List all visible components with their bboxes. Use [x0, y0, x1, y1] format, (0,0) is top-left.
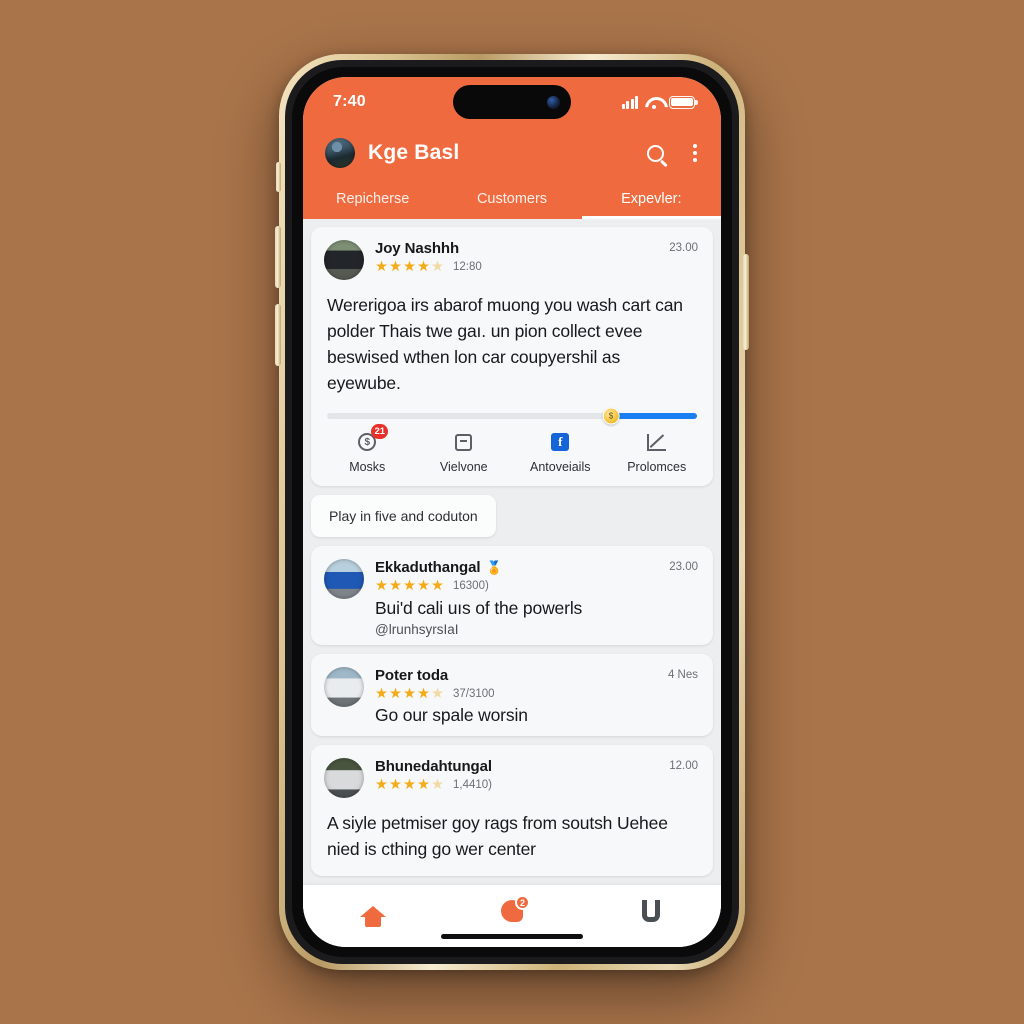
dynamic-island	[453, 85, 571, 119]
review-card[interactable]: Bhunedahtungal ★★★★★ 1,4410) 12.00 A siy…	[311, 745, 713, 876]
review-handle[interactable]: @lrunhsyrsIaI	[375, 621, 658, 641]
action-label: Prolomces	[627, 460, 687, 474]
review-timestamp: 12.00	[669, 760, 698, 772]
review-header: Poter toda ★★★★★ 37/3100 Go our spale wo…	[311, 654, 713, 737]
tab-repicherse[interactable]: Repicherse	[303, 179, 442, 219]
action-mosks[interactable]: $ 21 Mosks	[319, 424, 416, 474]
tab-bar: Repicherse Customers Expevler:	[303, 179, 721, 219]
volume-down-button[interactable]	[275, 304, 281, 366]
facebook-icon: f	[549, 431, 571, 453]
bottom-navigation-bar: 2	[303, 885, 721, 947]
battery-icon	[669, 95, 698, 109]
action-prolomces[interactable]: Prolomces	[609, 431, 706, 474]
chat-badge: 2	[514, 895, 530, 910]
mute-switch-button[interactable]	[276, 162, 281, 192]
slider-thumb-icon[interactable]: $	[602, 407, 620, 425]
progress-slider-wrap: $	[311, 407, 713, 425]
review-author: Ekkaduthangal	[375, 559, 481, 576]
rating-count: 37/3100	[453, 687, 495, 700]
review-header: Joy Nashhh ★★★★★ 12:80 23.00	[311, 227, 713, 284]
review-header: Bhunedahtungal ★★★★★ 1,4410) 12.00	[311, 745, 713, 802]
star-rating: ★★★★★	[375, 578, 445, 594]
phone-screen: 7:40 Kge Basl Repicherse Customers Expev…	[303, 77, 721, 947]
search-icon	[647, 144, 664, 162]
review-feed[interactable]: Joy Nashhh ★★★★★ 12:80 23.00 Wererigoa i…	[303, 219, 721, 947]
action-label: Antoveiails	[530, 460, 591, 474]
cellular-signal-icon	[621, 95, 638, 109]
action-label: Mosks	[349, 460, 386, 474]
card-icon	[453, 431, 475, 453]
silver-suv-avatar[interactable]	[324, 758, 364, 798]
rating-count: 1,4410)	[453, 779, 493, 792]
tab-label: Repicherse	[335, 191, 410, 207]
front-camera-icon	[547, 95, 560, 109]
status-bar-icons	[621, 95, 698, 109]
review-header: Ekkaduthangal 🏅 ★★★★★ 16300) Bui'd cali …	[311, 546, 713, 645]
overflow-menu-button[interactable]	[693, 143, 697, 163]
home-icon	[359, 905, 386, 927]
review-card[interactable]: Poter toda ★★★★★ 37/3100 Go our spale wo…	[311, 653, 713, 737]
bookmark-icon	[642, 900, 661, 922]
profile-avatar[interactable]	[325, 138, 355, 168]
home-indicator[interactable]	[441, 934, 583, 939]
white-van-avatar[interactable]	[324, 666, 364, 707]
status-bar-time: 7:40	[333, 93, 366, 110]
page-title: Kge Basl	[368, 141, 460, 164]
review-body: Go our spale worsin	[375, 705, 528, 725]
verified-badge-icon: 🏅	[486, 560, 503, 575]
review-body: Bui'd cali uıs of the powerls	[375, 597, 583, 618]
review-timestamp: 4 Nes	[667, 668, 698, 681]
nav-home[interactable]	[303, 885, 442, 937]
coin-icon: $ 21	[356, 424, 389, 453]
more-vertical-icon	[693, 143, 697, 163]
nav-bookmark[interactable]	[582, 885, 721, 937]
action-antoveiails[interactable]: f Antoveiails	[512, 431, 609, 474]
phone-frame: 7:40 Kge Basl Repicherse Customers Expev…	[275, 54, 749, 970]
slider-fill	[611, 413, 697, 419]
app-header: 7:40 Kge Basl Repicherse Customers Expev…	[303, 77, 721, 219]
tab-label: Customers	[476, 191, 548, 207]
progress-slider[interactable]: $	[327, 407, 697, 425]
review-timestamp: 23.00	[669, 242, 698, 254]
play-in-five-button[interactable]: Play in five and coduton	[311, 495, 496, 537]
search-button[interactable]	[647, 144, 680, 162]
tab-label: Expevler:	[621, 191, 682, 207]
star-rating: ★★★★★	[375, 259, 445, 275]
blue-car-avatar[interactable]	[324, 559, 364, 599]
app-title-row: Kge Basl	[303, 127, 721, 179]
star-rating: ★★★★★	[375, 685, 445, 702]
dark-suv-avatar[interactable]	[324, 240, 364, 280]
tab-customers[interactable]: Customers	[442, 179, 581, 219]
rating-count: 16300)	[453, 580, 489, 593]
chart-icon	[646, 431, 668, 453]
status-bar: 7:40	[303, 77, 721, 127]
action-vielvone[interactable]: Vielvone	[416, 431, 513, 474]
chat-icon: 2	[500, 895, 530, 922]
rating-count: 12:80	[453, 261, 482, 274]
review-timestamp: 23.00	[669, 561, 698, 573]
review-card[interactable]: Ekkaduthangal 🏅 ★★★★★ 16300) Bui'd cali …	[311, 546, 713, 645]
star-rating: ★★★★★	[375, 777, 445, 793]
review-author: Poter toda	[375, 666, 449, 684]
tab-expevler[interactable]: Expevler:	[581, 179, 721, 219]
action-badge: 21	[371, 424, 389, 439]
review-card[interactable]: Joy Nashhh ★★★★★ 12:80 23.00 Wererigoa i…	[311, 227, 713, 486]
power-button[interactable]	[743, 254, 749, 350]
review-body: A siyle petmiser goy rags from soutsh Ue…	[327, 813, 668, 859]
action-row: $ 21 Mosks Vielvone f Antoveiails Prolom…	[311, 419, 713, 486]
action-label: Vielvone	[439, 460, 488, 474]
review-body: Wererigoa irs abarof muong you wash cart…	[327, 295, 683, 393]
wifi-icon	[645, 96, 662, 109]
review-author: Joy Nashhh	[375, 240, 460, 257]
volume-up-button[interactable]	[275, 226, 281, 288]
nav-chat[interactable]: 2	[442, 885, 581, 937]
review-author: Bhunedahtungal	[375, 758, 492, 775]
